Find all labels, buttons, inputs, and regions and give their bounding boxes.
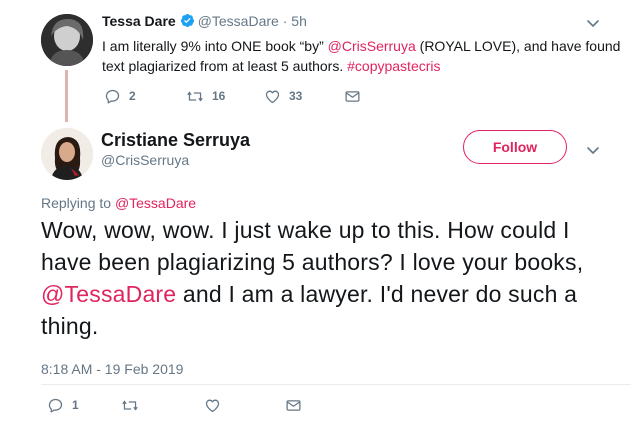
direct-message-icon xyxy=(285,397,302,414)
retweet-button[interactable]: 16 xyxy=(186,87,225,105)
reply-icon xyxy=(47,397,64,414)
chevron-down-icon[interactable] xyxy=(586,143,600,157)
main-author-handle[interactable]: @CrisSerruya xyxy=(101,152,189,168)
retweet-icon xyxy=(186,88,204,105)
mention-link[interactable]: @TessaDare xyxy=(41,281,176,307)
like-icon xyxy=(204,397,221,414)
tweet-timestamp[interactable]: 8:18 AM - 19 Feb 2019 xyxy=(41,361,183,377)
avatar-image xyxy=(41,128,93,180)
avatar-cristiane-serruya[interactable] xyxy=(41,128,93,180)
parent-tweet-time[interactable]: 5h xyxy=(291,13,307,29)
replying-to-prefix: Replying to xyxy=(41,195,115,211)
parent-tweet-text: I am literally 9% into ONE book “by” @Cr… xyxy=(102,36,622,76)
retweet-icon xyxy=(121,397,139,414)
divider xyxy=(41,384,631,385)
main-tweet-text: Wow, wow, wow. I just wake up to this. H… xyxy=(41,214,626,342)
avatar-tessa-dare[interactable] xyxy=(41,14,93,66)
replying-to-line: Replying to @TessaDare xyxy=(41,195,196,211)
tweet-text-segment: Wow, wow, wow. I just wake up to this. H… xyxy=(41,217,584,275)
like-button[interactable] xyxy=(204,396,221,414)
direct-message-icon xyxy=(344,88,361,105)
parent-author-handle[interactable]: @TessaDare xyxy=(198,13,279,29)
parent-tweet-header: Tessa Dare @TessaDare · 5h xyxy=(102,13,307,29)
retweet-button[interactable] xyxy=(121,396,139,414)
verified-icon xyxy=(180,13,195,28)
like-count: 33 xyxy=(289,89,303,103)
direct-message-button[interactable] xyxy=(344,87,361,105)
reply-count: 1 xyxy=(72,398,79,412)
avatar-image xyxy=(41,14,93,66)
chevron-down-icon[interactable] xyxy=(586,16,600,30)
follow-button[interactable]: Follow xyxy=(463,130,567,164)
separator-dot: · xyxy=(282,13,288,29)
direct-message-button[interactable] xyxy=(285,396,302,414)
hashtag-link[interactable]: #copypastecris xyxy=(347,58,440,74)
like-button[interactable]: 33 xyxy=(264,87,302,105)
parent-author-name[interactable]: Tessa Dare xyxy=(102,13,176,29)
reply-count: 2 xyxy=(129,89,136,103)
thread-connector-line xyxy=(65,70,68,122)
retweet-count: 16 xyxy=(212,89,226,103)
replying-to-mention[interactable]: @TessaDare xyxy=(115,195,196,211)
mention-link[interactable]: @CrisSerruya xyxy=(328,38,416,54)
main-author-name[interactable]: Cristiane Serruya xyxy=(101,130,250,151)
like-icon xyxy=(264,88,281,105)
reply-icon xyxy=(104,88,121,105)
tweet-text-segment: I am literally 9% into ONE book “by” xyxy=(102,38,328,54)
reply-button[interactable]: 2 xyxy=(104,87,136,105)
reply-button[interactable]: 1 xyxy=(47,396,79,414)
